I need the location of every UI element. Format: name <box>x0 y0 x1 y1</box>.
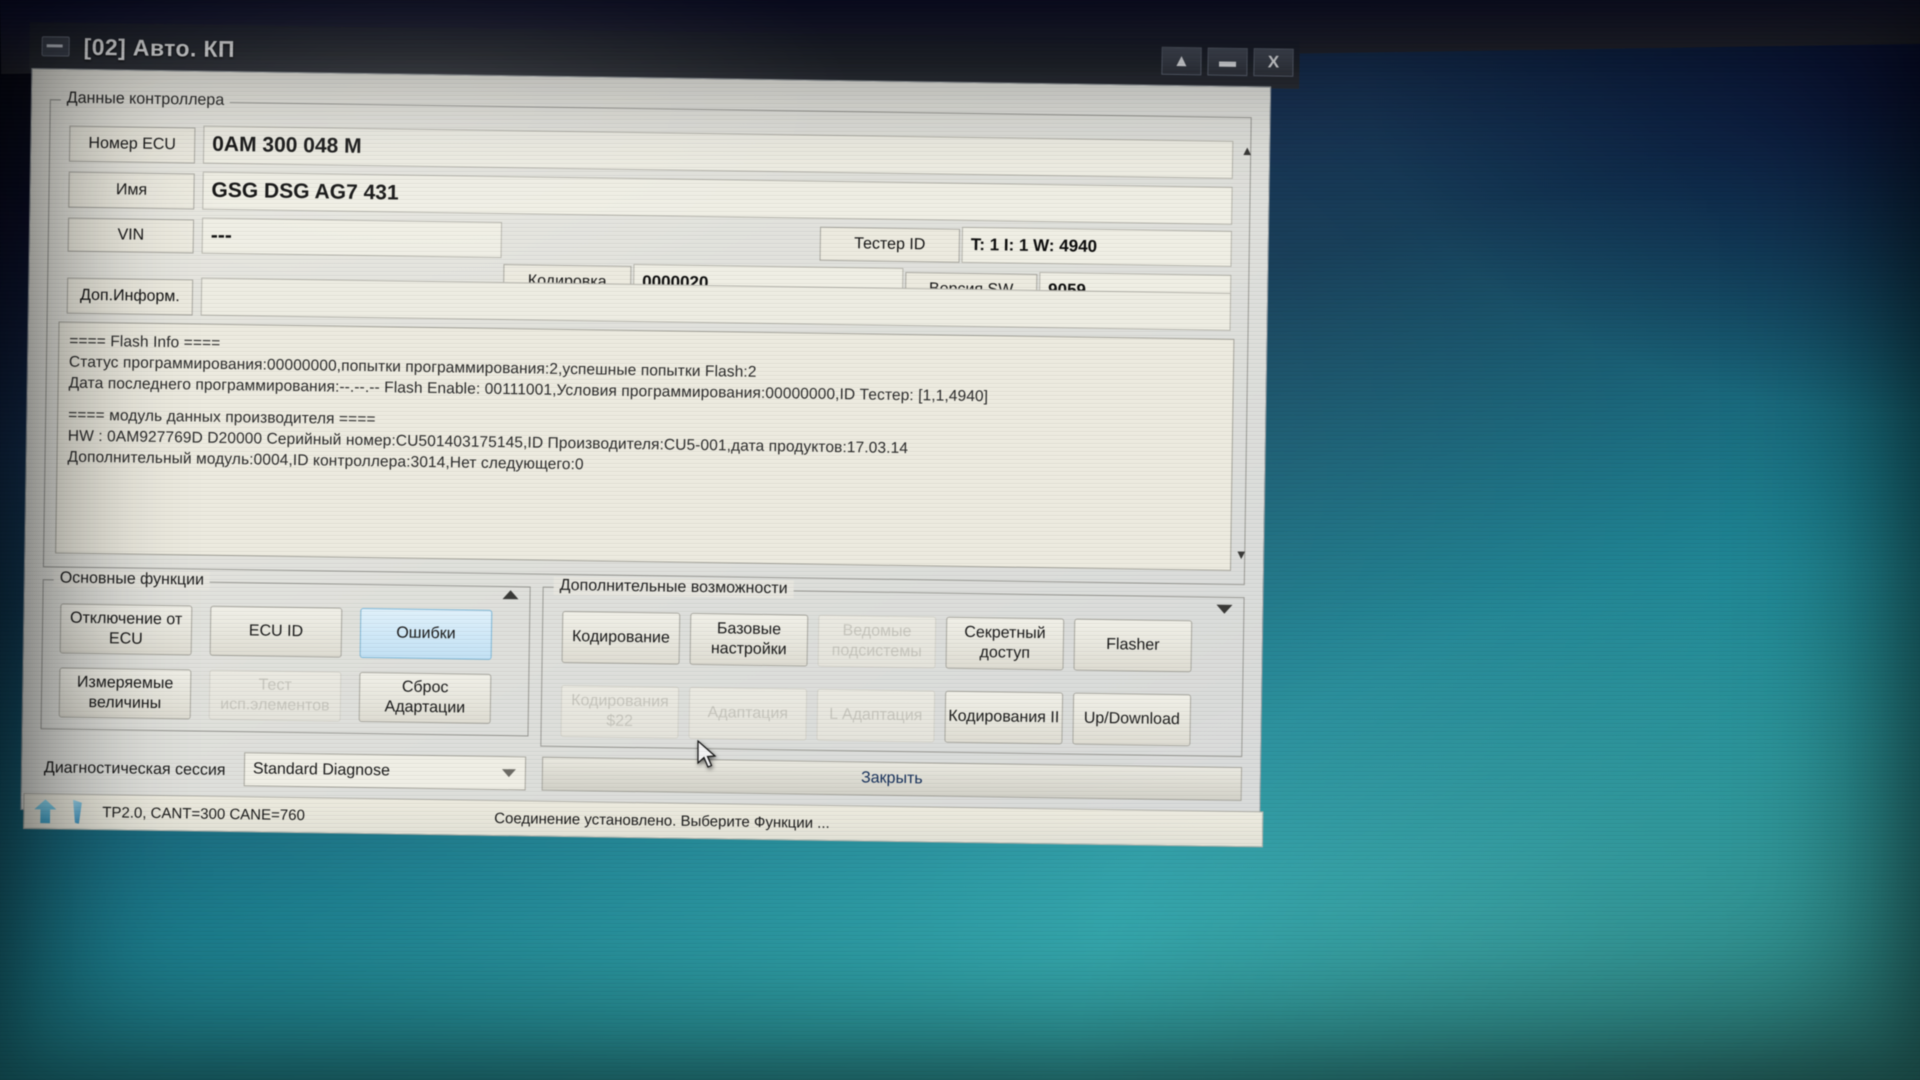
actuator-test-button[interactable]: Тест исп.элементов <box>208 669 342 722</box>
name-label: Имя <box>68 171 195 210</box>
coding-button[interactable]: Кодирование <box>561 610 681 665</box>
extra-functions-group-title: Дополнительные возможности <box>553 576 794 599</box>
chevron-down-icon[interactable] <box>501 769 516 778</box>
extra-info-label: Доп.Информ. <box>66 277 194 316</box>
adaptation-button[interactable]: Адаптация <box>688 686 808 741</box>
diagnostic-window: [02] Авто. КП ▲ ▬ X Данные контроллера Н… <box>18 22 1300 848</box>
reset-adaptation-button[interactable]: Сброс Адартации <box>358 671 492 724</box>
controller-data-group-title: Данные контроллера <box>60 89 231 110</box>
faults-button[interactable]: Ошибки <box>359 607 493 660</box>
vin-value[interactable]: --- <box>201 217 503 259</box>
coding-ii-button[interactable]: Кодирования II <box>944 690 1064 745</box>
ecu-id-button[interactable]: ECU ID <box>209 605 343 658</box>
tester-id-label: Тестер ID <box>819 226 961 263</box>
close-button[interactable]: X <box>1253 48 1294 77</box>
basic-settings-button[interactable]: Базовые настройки <box>689 612 809 667</box>
security-access-button[interactable]: Секретный доступ <box>945 616 1065 671</box>
status-protocol: TP2.0, CANT=300 CANE=760 <box>102 803 305 824</box>
long-adaptation-button[interactable]: L Адаптация <box>816 688 936 743</box>
session-select[interactable]: Standard Diagnose <box>243 752 527 791</box>
session-selected-value: Standard Diagnose <box>252 760 391 780</box>
extra-functions-collapse-icon[interactable] <box>1216 604 1233 614</box>
close-dialog-button[interactable]: Закрыть <box>541 756 1243 802</box>
ecu-number-label: Номер ECU <box>68 125 196 164</box>
main-functions-collapse-icon[interactable] <box>502 590 519 600</box>
restore-button[interactable]: ▬ <box>1207 47 1248 77</box>
slave-subsystems-button[interactable]: Ведомые подсистемы <box>817 614 937 669</box>
status-message: Соединение установлено. Выберите Функции… <box>494 809 830 832</box>
flasher-button[interactable]: Flasher <box>1073 618 1193 673</box>
vin-label: VIN <box>67 217 195 254</box>
window-menu-icon[interactable] <box>41 36 70 57</box>
window-title: [02] Авто. КП <box>83 33 236 62</box>
tester-id-value[interactable]: T: 1 I: 1 W: 4940 <box>961 226 1233 267</box>
memo-scroll-down-icon[interactable]: ▼ <box>1234 547 1248 562</box>
connector-icon <box>66 800 88 824</box>
main-functions-group-title: Основные функции <box>53 569 211 590</box>
upload-arrow-icon <box>34 799 56 823</box>
window-client-area: Данные контроллера Номер ECU 0AM 300 048… <box>20 68 1272 848</box>
up-download-button[interactable]: Up/Download <box>1072 692 1192 747</box>
measured-values-button[interactable]: Измеряемые величины <box>58 667 192 720</box>
mouse-cursor <box>697 740 717 768</box>
status-bar: TP2.0, CANT=300 CANE=760 Соединение уста… <box>23 792 1264 848</box>
window-controls: ▲ ▬ X <box>1161 46 1294 77</box>
disconnect-ecu-button[interactable]: Отключение от ECU <box>59 603 193 656</box>
session-label: Диагностическая сессия <box>43 759 226 779</box>
minimize-button[interactable]: ▲ <box>1161 46 1202 76</box>
flash-info-memo[interactable]: ==== Flash Info ==== Статус программиров… <box>55 321 1235 571</box>
memo-scroll-up-icon[interactable]: ▲ <box>1240 143 1254 158</box>
photo-canvas: [02] Авто. КП ▲ ▬ X Данные контроллера Н… <box>0 0 1920 1080</box>
coding-22-button[interactable]: Кодирования $22 <box>560 684 680 739</box>
